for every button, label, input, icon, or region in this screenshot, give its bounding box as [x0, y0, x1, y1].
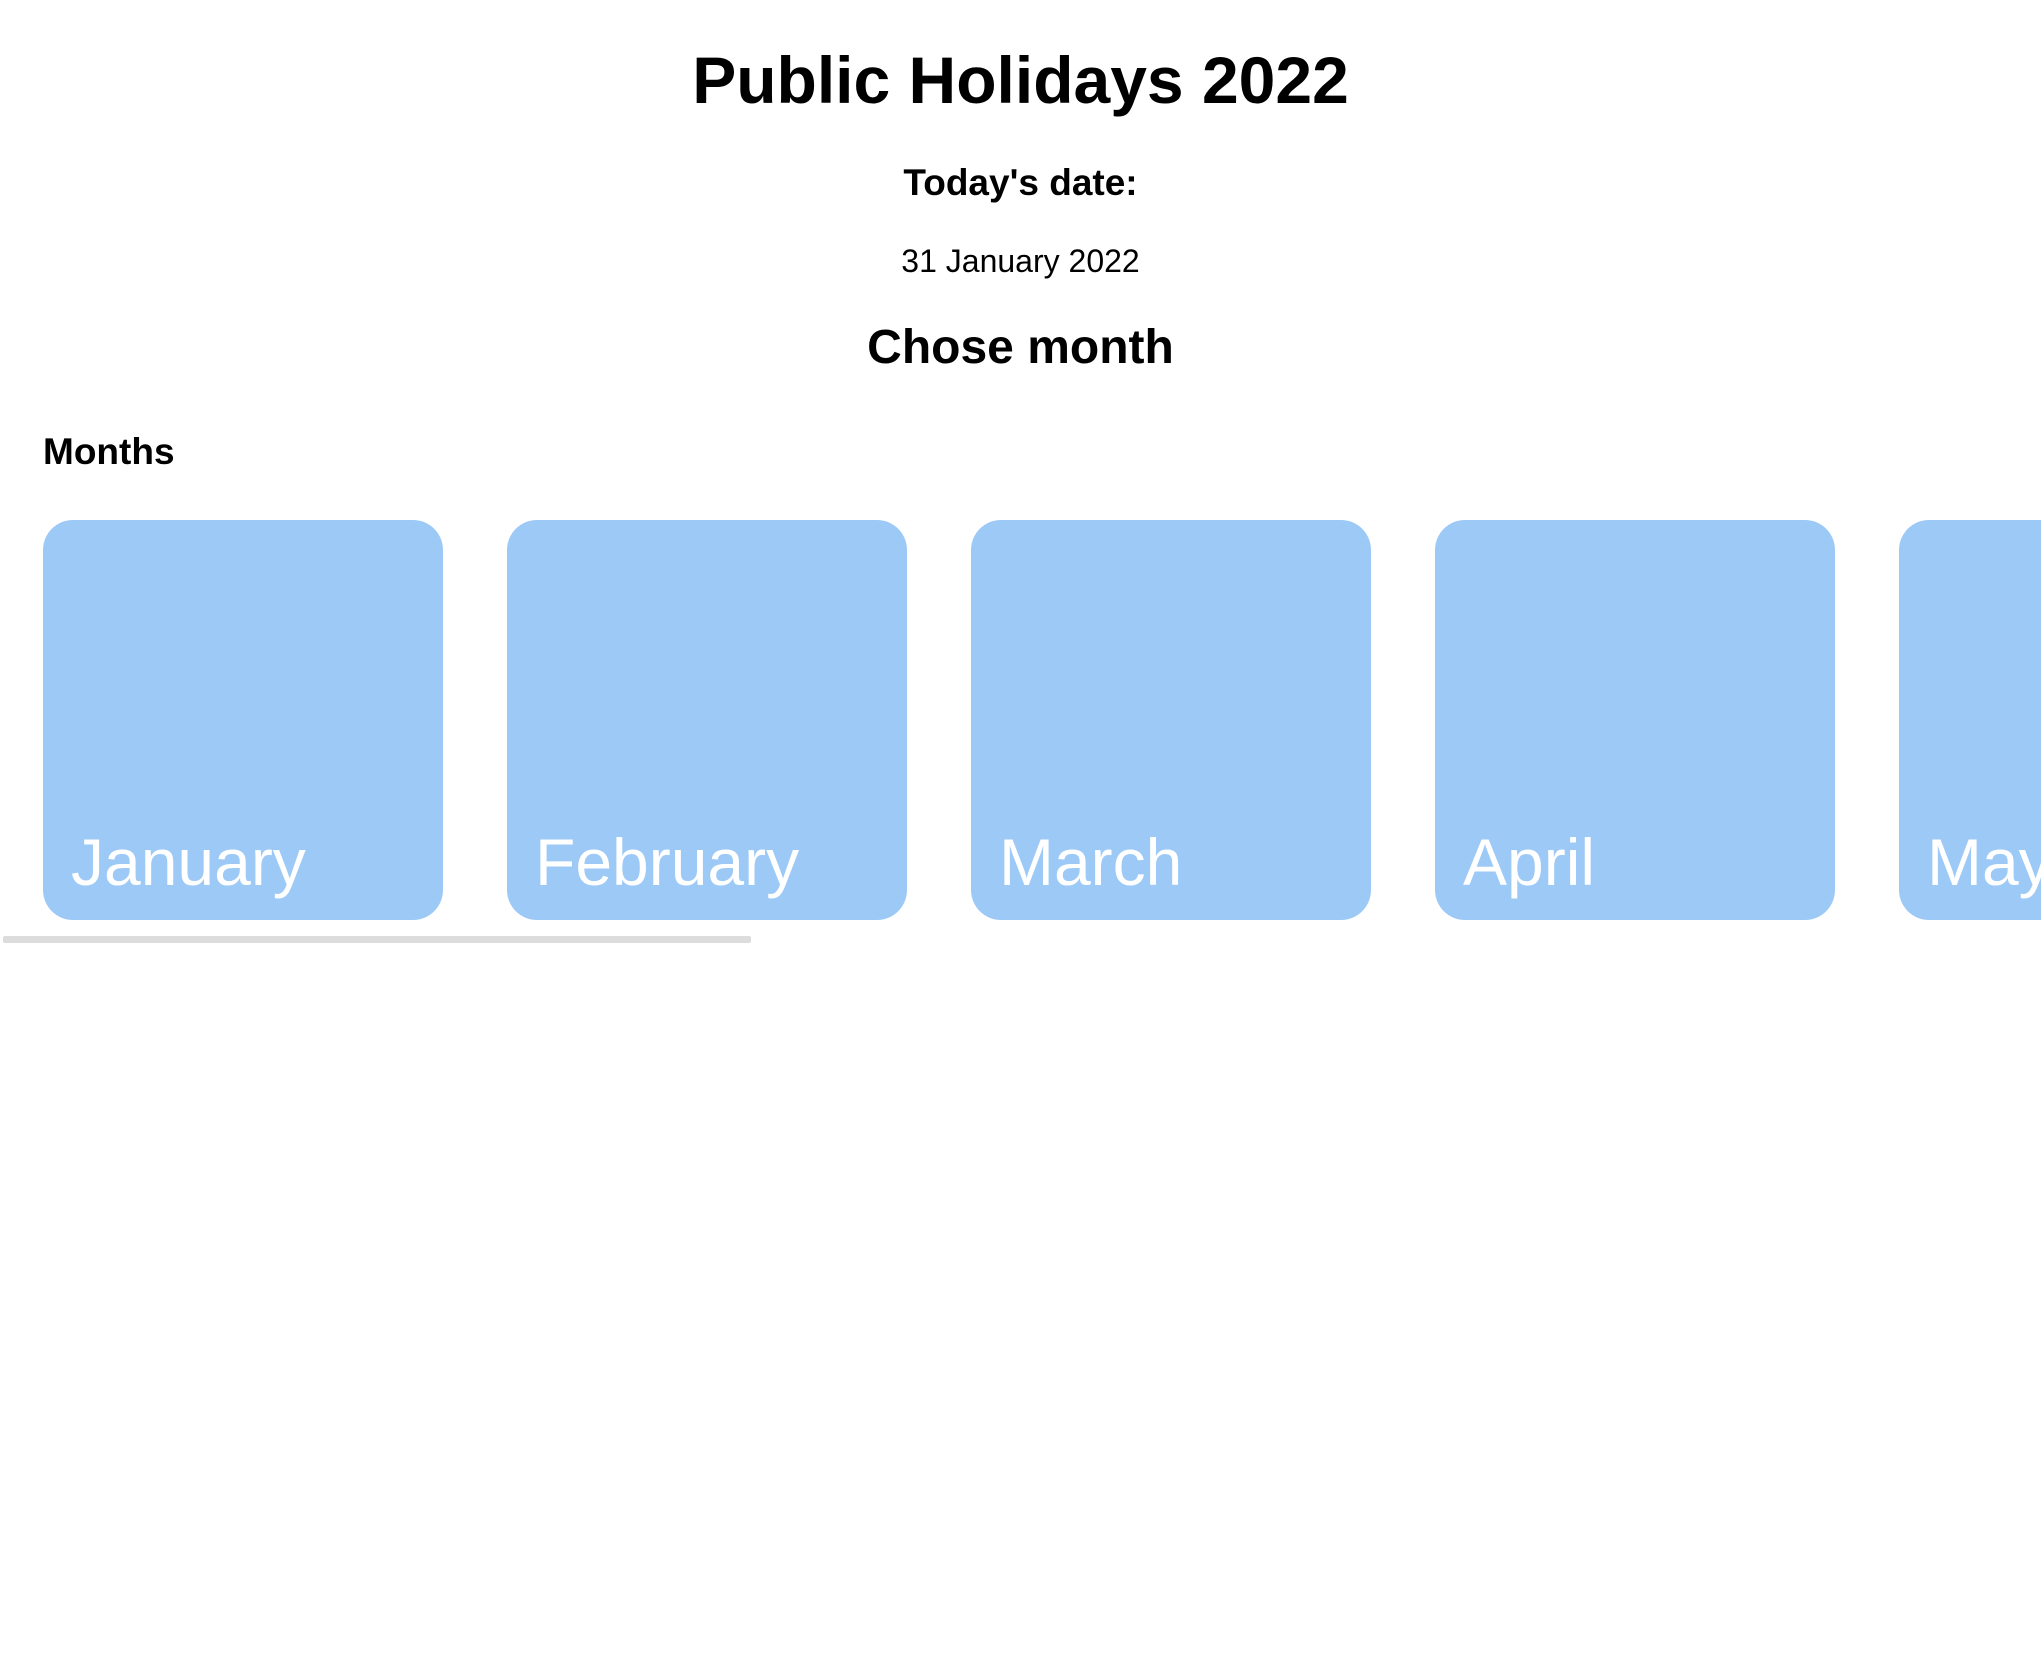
month-card-label: March	[999, 825, 1183, 899]
carousel-scrollbar-thumb[interactable]	[3, 936, 751, 943]
todays-date-label: Today's date:	[903, 162, 1138, 203]
month-card-label: April	[1463, 825, 1596, 899]
month-card-label: February	[535, 825, 800, 899]
month-card-label: January	[71, 825, 306, 899]
carousel-scrollbar[interactable]	[0, 936, 2041, 944]
choose-month-heading: Chose month	[867, 321, 1174, 374]
month-card-march[interactable]: March	[971, 520, 1371, 920]
page-title: Public Holidays 2022	[692, 43, 1349, 117]
month-card-may[interactable]: May	[1899, 520, 2041, 920]
months-carousel[interactable]: January February March April May	[0, 520, 2041, 920]
month-card-january[interactable]: January	[43, 520, 443, 920]
todays-date-value: 31 January 2022	[901, 243, 1140, 279]
page: Public Holidays 2022 Today's date: 31 Ja…	[0, 0, 2041, 1654]
month-card-february[interactable]: February	[507, 520, 907, 920]
month-card-label: May	[1927, 825, 2041, 899]
months-label: Months	[43, 431, 175, 472]
month-card-april[interactable]: April	[1435, 520, 1835, 920]
